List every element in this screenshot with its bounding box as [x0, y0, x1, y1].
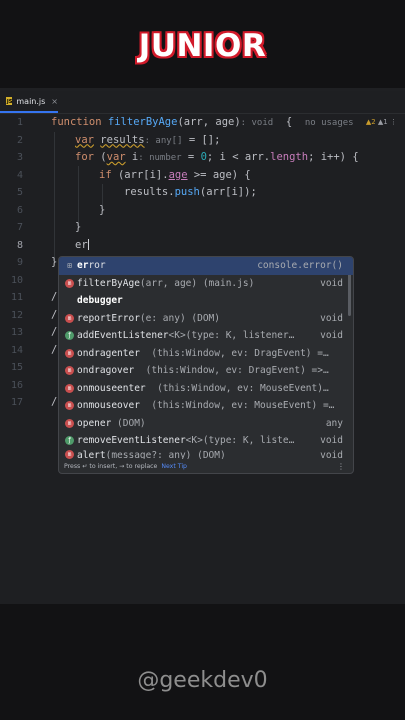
close-icon[interactable]: × [51, 97, 58, 106]
line-number: 6 [16, 204, 23, 216]
line-number: 13 [10, 327, 23, 338]
usages-hint[interactable]: no usages [305, 118, 354, 128]
indent-guide [54, 132, 55, 262]
line-number: 2 [16, 134, 23, 146]
indent-guide [78, 166, 79, 226]
completion-popup[interactable]: ⊞ error console.error() m filterByAge (ar… [58, 256, 354, 474]
tab-label: main.js [16, 96, 46, 106]
method-icon: m [65, 449, 74, 459]
completion-item-reporterror[interactable]: m reportError (e: any) (DOM) void [59, 310, 353, 328]
code-line-2: var results: any[] = []; [75, 133, 221, 146]
javascript-file-icon: JS [6, 97, 13, 105]
template-icon: ⊞ [67, 261, 72, 271]
code-line-12: / [51, 308, 58, 321]
headline: JUNIOR [138, 28, 267, 64]
next-tip-link[interactable]: Next Tip [161, 463, 187, 470]
line-number: 11 [10, 292, 23, 303]
tab-main-js[interactable]: JS main.js × [0, 91, 58, 113]
completion-item-onmouseenter[interactable]: m onmouseenter (this:Window, ev: MouseEv… [59, 380, 353, 398]
completion-item-ondragover[interactable]: m ondragover (this:Window, ev: DragEvent… [59, 362, 353, 380]
code-line-11: / [51, 291, 58, 303]
completion-item-ondragenter[interactable]: m ondragenter (this:Window, ev: DragEven… [59, 345, 353, 363]
method-icon: m [65, 313, 74, 323]
footer-banner [0, 604, 405, 720]
code-line-6: } [99, 203, 106, 216]
completion-item-debugger[interactable]: debugger [59, 292, 353, 310]
code-line-7: } [75, 221, 82, 233]
line-number: 17 [10, 397, 23, 408]
method-icon: m [65, 418, 74, 428]
line-number: 15 [10, 362, 23, 373]
completion-footer: Press ↵ to insert, → to replace Next Tip… [59, 459, 353, 473]
method-icon: m [65, 401, 74, 411]
completion-hint: Press ↵ to insert, → to replace [64, 462, 158, 470]
line-number: 4 [16, 169, 23, 181]
inspection-widget[interactable]: ▲2 ▲1 ⋮ [366, 118, 397, 126]
completion-item-error[interactable]: ⊞ error console.error() [59, 257, 353, 275]
line-number: 14 [10, 344, 23, 356]
code-line-9: } [51, 256, 58, 268]
code-line-4: if (arr[i].age >= age) { [99, 168, 251, 181]
function-icon: ƒ [65, 436, 74, 446]
code-line-13: / [51, 326, 58, 338]
keyword-icon [65, 296, 74, 305]
line-number: 9 [16, 257, 23, 268]
line-number: 3 [16, 152, 23, 163]
warning-count: 2 [371, 118, 376, 126]
line-number: 10 [10, 274, 23, 286]
editor-tab-bar: JS main.js × [0, 91, 405, 114]
more-icon: ⋮ [390, 118, 397, 126]
line-number: 12 [10, 309, 23, 321]
code-line-17: / [51, 396, 58, 408]
completion-item-filterbyage[interactable]: m filterByAge (arr, age) (main.js) void [59, 275, 353, 293]
more-options-icon[interactable]: ⋮ [337, 462, 345, 471]
header-banner: JUNIOR [0, 0, 405, 88]
line-number-current: 8 [16, 239, 23, 251]
method-icon: m [65, 383, 74, 393]
code-line-14: / [51, 343, 58, 356]
completion-item-addeventlistener[interactable]: ƒ addEventListener <K>(type: K, listener…… [59, 327, 353, 345]
weak-warning-count: 1 [383, 118, 388, 126]
code-line-3: for (var i: number = 0; i < arr.length; … [75, 151, 359, 163]
line-number: 5 [16, 187, 23, 198]
author-handle: @geekdev0 [137, 668, 268, 693]
method-icon: m [65, 348, 74, 358]
code-line-5: results.push(arr[i]); [124, 186, 257, 198]
method-icon: m [65, 278, 74, 288]
completion-item-onmouseover[interactable]: m onmouseover (this:Window, ev: MouseEve… [59, 397, 353, 415]
method-icon: m [65, 366, 74, 376]
line-number: 7 [16, 222, 23, 233]
completion-item-opener[interactable]: m opener (DOM) any [59, 415, 353, 433]
code-line-8[interactable]: er [75, 238, 89, 251]
completion-item-removeeventlistener[interactable]: ƒ removeEventListener <K>(type: K, liste…… [59, 432, 353, 450]
line-number: 1 [16, 117, 23, 128]
function-icon: ƒ [65, 331, 74, 341]
text-cursor [87, 238, 89, 250]
line-number: 16 [10, 379, 23, 391]
completion-item-alert[interactable]: m alert (message?: any) (DOM) void [59, 449, 353, 459]
code-line-1: function filterByAge(arr, age): void { n… [51, 116, 354, 128]
